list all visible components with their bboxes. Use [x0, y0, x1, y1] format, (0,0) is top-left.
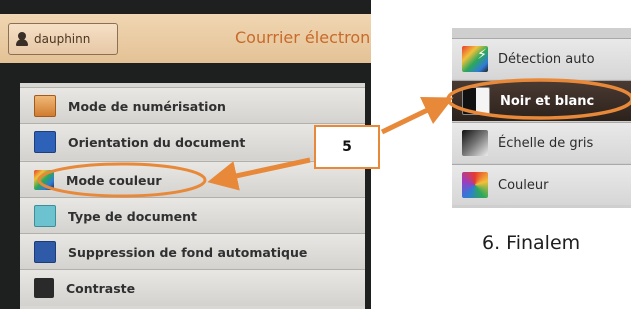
option-auto-detect[interactable]: Détection auto — [452, 38, 631, 79]
step-number: 5 — [342, 139, 352, 155]
top-bar: dauphinn Courrier électron — [0, 14, 371, 63]
menu-item-label: Contraste — [66, 280, 136, 296]
menu-item-scan-mode[interactable]: Mode de numérisation — [20, 87, 365, 124]
auto-detect-icon — [462, 46, 488, 72]
step-number-callout: 5 — [314, 125, 380, 169]
option-label: Couleur — [498, 177, 549, 193]
option-label: Noir et blanc — [500, 93, 595, 109]
document-type-icon — [34, 205, 56, 227]
contrast-icon — [34, 278, 54, 298]
option-color[interactable]: Couleur — [452, 164, 631, 205]
menu-item-background-suppression[interactable]: Suppression de fond automatique — [20, 233, 365, 270]
option-label: Détection auto — [498, 51, 595, 67]
screen-title: Courrier électron — [235, 28, 371, 47]
step-caption: 6. Finalem — [482, 232, 581, 254]
menu-item-contrast[interactable]: Contraste — [20, 269, 365, 306]
option-grayscale[interactable]: Échelle de gris — [452, 122, 631, 163]
user-button[interactable]: dauphinn — [8, 23, 118, 55]
menu-item-document-type[interactable]: Type de document — [20, 197, 365, 234]
color-icon — [462, 172, 488, 198]
menu-item-label: Orientation du document — [68, 134, 246, 150]
black-white-icon — [462, 87, 490, 115]
menu-item-label: Type de document — [68, 208, 197, 224]
scan-mode-icon — [34, 95, 56, 117]
color-mode-icon — [34, 170, 54, 190]
grayscale-icon — [462, 130, 488, 156]
menu-item-label: Suppression de fond automatique — [68, 244, 308, 260]
user-label: dauphinn — [34, 32, 91, 46]
menu-item-label: Mode couleur — [66, 172, 162, 188]
background-suppression-icon — [34, 241, 56, 263]
arrow-to-black-white — [380, 97, 454, 135]
menu-item-label: Mode de numérisation — [68, 98, 226, 114]
orientation-icon — [34, 131, 56, 153]
scan-settings-menu: Mode de numérisation Orientation du docu… — [20, 83, 365, 309]
option-label: Échelle de gris — [498, 135, 594, 151]
user-icon — [16, 32, 28, 46]
option-black-white[interactable]: Noir et blanc — [452, 80, 631, 121]
right-screen-photo: Détection auto Noir et blanc Échelle de … — [452, 28, 631, 208]
